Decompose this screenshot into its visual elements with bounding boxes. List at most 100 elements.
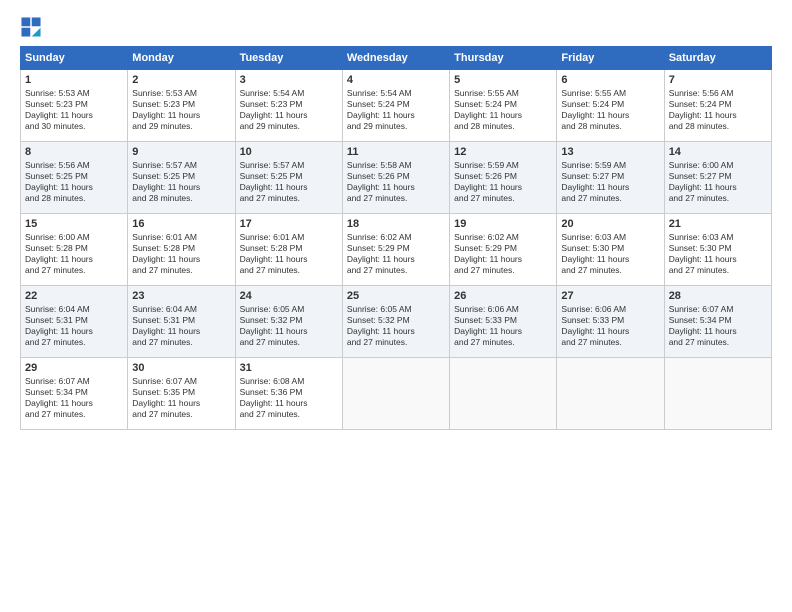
day-info-line: Sunrise: 6:06 AM: [454, 304, 552, 315]
day-info-line: Daylight: 11 hours: [132, 254, 230, 265]
day-info-line: Sunrise: 6:07 AM: [669, 304, 767, 315]
day-info-line: Daylight: 11 hours: [25, 326, 123, 337]
col-header-thursday: Thursday: [450, 47, 557, 70]
day-info-line: and 27 minutes.: [347, 265, 445, 276]
day-cell: 29Sunrise: 6:07 AMSunset: 5:34 PMDayligh…: [21, 358, 128, 430]
day-info-line: Daylight: 11 hours: [669, 110, 767, 121]
day-info-line: Sunset: 5:32 PM: [240, 315, 338, 326]
day-cell: 3Sunrise: 5:54 AMSunset: 5:23 PMDaylight…: [235, 70, 342, 142]
day-info-line: Daylight: 11 hours: [25, 182, 123, 193]
week-row-4: 22Sunrise: 6:04 AMSunset: 5:31 PMDayligh…: [21, 286, 772, 358]
day-cell: 13Sunrise: 5:59 AMSunset: 5:27 PMDayligh…: [557, 142, 664, 214]
day-cell: 26Sunrise: 6:06 AMSunset: 5:33 PMDayligh…: [450, 286, 557, 358]
day-number: 10: [240, 145, 338, 159]
day-info-line: and 27 minutes.: [132, 337, 230, 348]
day-info-line: Sunset: 5:24 PM: [561, 99, 659, 110]
day-cell: 2Sunrise: 5:53 AMSunset: 5:23 PMDaylight…: [128, 70, 235, 142]
day-cell: 11Sunrise: 5:58 AMSunset: 5:26 PMDayligh…: [342, 142, 449, 214]
day-cell: 9Sunrise: 5:57 AMSunset: 5:25 PMDaylight…: [128, 142, 235, 214]
day-number: 17: [240, 217, 338, 231]
day-number: 4: [347, 73, 445, 87]
day-info-line: Sunrise: 6:04 AM: [132, 304, 230, 315]
day-info-line: Sunrise: 6:03 AM: [561, 232, 659, 243]
day-info-line: Sunset: 5:27 PM: [561, 171, 659, 182]
day-info-line: Sunset: 5:30 PM: [561, 243, 659, 254]
day-info-line: Sunrise: 6:06 AM: [561, 304, 659, 315]
day-cell: [557, 358, 664, 430]
day-info-line: and 27 minutes.: [454, 265, 552, 276]
day-number: 21: [669, 217, 767, 231]
day-number: 8: [25, 145, 123, 159]
day-cell: 14Sunrise: 6:00 AMSunset: 5:27 PMDayligh…: [664, 142, 771, 214]
day-number: 5: [454, 73, 552, 87]
day-info-line: Sunrise: 6:05 AM: [240, 304, 338, 315]
day-info-line: Sunset: 5:36 PM: [240, 387, 338, 398]
day-info-line: and 28 minutes.: [561, 121, 659, 132]
day-info-line: Sunrise: 5:57 AM: [240, 160, 338, 171]
day-info-line: and 27 minutes.: [25, 265, 123, 276]
day-info-line: and 27 minutes.: [669, 193, 767, 204]
day-info-line: Daylight: 11 hours: [25, 254, 123, 265]
day-info-line: Daylight: 11 hours: [347, 110, 445, 121]
day-info-line: and 27 minutes.: [561, 193, 659, 204]
day-info-line: Sunrise: 5:55 AM: [561, 88, 659, 99]
day-info-line: Daylight: 11 hours: [454, 326, 552, 337]
day-number: 15: [25, 217, 123, 231]
day-number: 26: [454, 289, 552, 303]
logo-icon: [20, 16, 42, 38]
day-info-line: Daylight: 11 hours: [132, 326, 230, 337]
day-cell: 21Sunrise: 6:03 AMSunset: 5:30 PMDayligh…: [664, 214, 771, 286]
day-info-line: Daylight: 11 hours: [240, 326, 338, 337]
day-info-line: Sunset: 5:34 PM: [25, 387, 123, 398]
day-info-line: and 29 minutes.: [347, 121, 445, 132]
day-number: 7: [669, 73, 767, 87]
day-info-line: Sunrise: 6:05 AM: [347, 304, 445, 315]
day-number: 24: [240, 289, 338, 303]
day-number: 11: [347, 145, 445, 159]
day-number: 1: [25, 73, 123, 87]
day-number: 2: [132, 73, 230, 87]
day-info-line: and 28 minutes.: [454, 121, 552, 132]
day-info-line: Daylight: 11 hours: [240, 254, 338, 265]
day-number: 27: [561, 289, 659, 303]
day-cell: 6Sunrise: 5:55 AMSunset: 5:24 PMDaylight…: [557, 70, 664, 142]
logo: [20, 16, 46, 38]
day-info-line: Sunset: 5:33 PM: [454, 315, 552, 326]
day-info-line: Daylight: 11 hours: [240, 182, 338, 193]
day-number: 13: [561, 145, 659, 159]
day-info-line: Daylight: 11 hours: [454, 182, 552, 193]
day-info-line: and 29 minutes.: [132, 121, 230, 132]
day-info-line: Sunset: 5:35 PM: [132, 387, 230, 398]
day-info-line: Daylight: 11 hours: [25, 110, 123, 121]
day-number: 6: [561, 73, 659, 87]
day-info-line: Daylight: 11 hours: [561, 326, 659, 337]
day-cell: 25Sunrise: 6:05 AMSunset: 5:32 PMDayligh…: [342, 286, 449, 358]
col-header-monday: Monday: [128, 47, 235, 70]
day-info-line: Daylight: 11 hours: [25, 398, 123, 409]
day-info-line: Sunset: 5:29 PM: [454, 243, 552, 254]
day-cell: 22Sunrise: 6:04 AMSunset: 5:31 PMDayligh…: [21, 286, 128, 358]
day-info-line: Daylight: 11 hours: [132, 182, 230, 193]
day-number: 28: [669, 289, 767, 303]
day-number: 31: [240, 361, 338, 375]
day-cell: 18Sunrise: 6:02 AMSunset: 5:29 PMDayligh…: [342, 214, 449, 286]
day-info-line: Sunset: 5:33 PM: [561, 315, 659, 326]
day-info-line: Daylight: 11 hours: [454, 110, 552, 121]
header-row: SundayMondayTuesdayWednesdayThursdayFrid…: [21, 47, 772, 70]
day-info-line: and 27 minutes.: [561, 265, 659, 276]
day-info-line: Sunrise: 6:01 AM: [132, 232, 230, 243]
day-cell: 31Sunrise: 6:08 AMSunset: 5:36 PMDayligh…: [235, 358, 342, 430]
day-info-line: and 28 minutes.: [25, 193, 123, 204]
day-info-line: and 27 minutes.: [132, 409, 230, 420]
day-info-line: Sunrise: 5:53 AM: [25, 88, 123, 99]
day-info-line: Sunset: 5:26 PM: [454, 171, 552, 182]
day-info-line: Daylight: 11 hours: [561, 254, 659, 265]
day-info-line: and 29 minutes.: [240, 121, 338, 132]
day-info-line: Sunset: 5:24 PM: [347, 99, 445, 110]
day-number: 30: [132, 361, 230, 375]
day-info-line: Daylight: 11 hours: [561, 110, 659, 121]
day-cell: 1Sunrise: 5:53 AMSunset: 5:23 PMDaylight…: [21, 70, 128, 142]
day-number: 14: [669, 145, 767, 159]
day-info-line: Sunset: 5:23 PM: [132, 99, 230, 110]
day-info-line: Sunrise: 5:56 AM: [669, 88, 767, 99]
